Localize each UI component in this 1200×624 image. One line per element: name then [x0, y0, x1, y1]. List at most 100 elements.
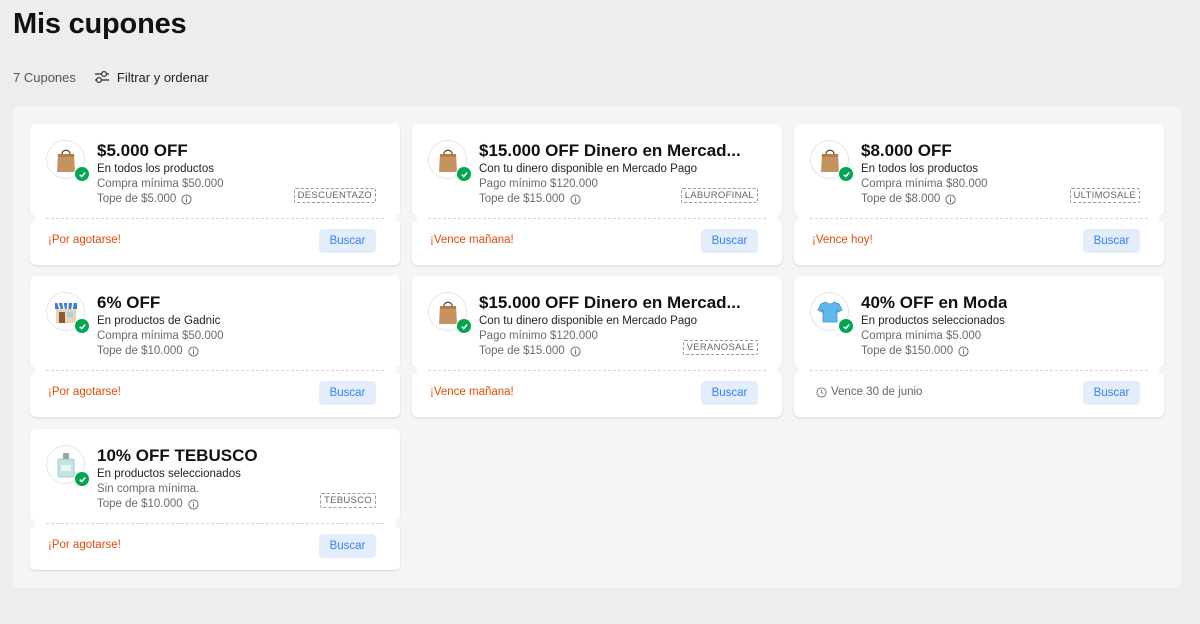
- sliders-icon: [94, 70, 109, 84]
- coupon-code: LABUROFINAL: [680, 188, 758, 203]
- shopping-bag-icon: [438, 301, 457, 324]
- dashed-divider: [810, 370, 1148, 371]
- coupon-card: $15.000 OFF Dinero en Mercad... Con tu d…: [407, 124, 787, 265]
- filter-sort-label: Filtrar y ordenar: [116, 69, 209, 85]
- coupon-description: En productos seleccionados: [861, 315, 1005, 327]
- buscar-button[interactable]: Buscar: [701, 381, 758, 405]
- coupon-cap: Tope de $15.000: [479, 345, 581, 357]
- coupon-cap: Tope de $8.000: [861, 193, 956, 205]
- dashed-divider: [46, 523, 384, 524]
- filter-sort-button[interactable]: Filtrar y ordenar: [94, 70, 209, 85]
- coupon-cap: Tope de $15.000: [479, 193, 581, 205]
- coupon-thumbnail: [428, 140, 472, 182]
- coupon-description: Con tu dinero disponible en Mercado Pago: [479, 163, 698, 175]
- coupon-cap: Tope de $150.000: [861, 345, 969, 357]
- info-icon[interactable]: [188, 345, 199, 357]
- coupon-status: ¡Vence mañana!: [430, 386, 514, 398]
- coupon-minimum: Compra mínima $80.000: [861, 178, 988, 190]
- coupon-status: ¡Por agotarse!: [48, 234, 121, 246]
- info-icon[interactable]: [945, 193, 956, 205]
- shopping-bag-icon: [56, 149, 75, 172]
- coupon-cap-text: Tope de $10.000: [97, 345, 183, 357]
- tshirt-icon: [816, 300, 843, 322]
- coupon-cap-text: Tope de $150.000: [861, 345, 954, 357]
- ticket-notch-left: [25, 518, 35, 528]
- buscar-button[interactable]: Buscar: [701, 229, 758, 253]
- coupon-description: En todos los productos: [97, 163, 214, 175]
- buscar-button[interactable]: Buscar: [1083, 229, 1140, 253]
- clock-icon: [816, 386, 827, 398]
- coupons-toolbar: 7 Cupones Filtrar y ordenar: [13, 67, 209, 87]
- buscar-button[interactable]: Buscar: [319, 381, 376, 405]
- ticket-notch-right: [777, 365, 787, 375]
- coupon-card: $15.000 OFF Dinero en Mercad... Con tu d…: [407, 276, 787, 417]
- dashed-divider: [428, 218, 766, 219]
- coupon-description: En productos de Gadnic: [97, 315, 221, 327]
- coupon-title: 10% OFF TEBUSCO: [97, 446, 258, 465]
- coupons-panel: $5.000 OFF En todos los productos Compra…: [13, 107, 1181, 588]
- coupon-code: ULTIMOSALE: [1069, 188, 1140, 203]
- coupon-title: $15.000 OFF Dinero en Mercad...: [479, 141, 741, 160]
- coupon-minimum: Compra mínima $50.000: [97, 178, 224, 190]
- coupon-description: En todos los productos: [861, 163, 978, 175]
- coupon-cap-text: Tope de $15.000: [479, 193, 565, 205]
- check-icon: [838, 318, 854, 334]
- info-icon[interactable]: [570, 345, 581, 357]
- coupon-thumbnail: [810, 292, 854, 334]
- ticket-notch-right: [1159, 213, 1169, 223]
- info-icon[interactable]: [958, 345, 969, 357]
- coupon-minimum: Compra mínima $5.000: [861, 330, 982, 342]
- coupon-status: ¡Por agotarse!: [48, 386, 121, 398]
- info-icon[interactable]: [570, 193, 581, 205]
- shopping-bag-icon: [438, 149, 457, 172]
- coupon-code: VERANOSALE: [682, 340, 758, 355]
- coupon-cap-text: Tope de $8.000: [861, 193, 941, 205]
- coupon-description: Con tu dinero disponible en Mercado Pago: [479, 315, 698, 327]
- check-icon: [74, 166, 90, 182]
- ticket-notch-right: [395, 365, 405, 375]
- coupon-count: 7 Cupones: [13, 69, 76, 85]
- coupon-thumbnail: [810, 140, 854, 182]
- buscar-button[interactable]: Buscar: [319, 534, 376, 558]
- ticket-notch-left: [789, 365, 799, 375]
- ticket-notch-left: [25, 213, 35, 223]
- coupon-title: $15.000 OFF Dinero en Mercad...: [479, 293, 741, 312]
- coupon-status: ¡Vence mañana!: [430, 234, 514, 246]
- shopping-bag-icon: [820, 149, 839, 172]
- coupon-cap: Tope de $10.000: [97, 498, 199, 510]
- buscar-button[interactable]: Buscar: [1083, 381, 1140, 405]
- coupon-card: $5.000 OFF En todos los productos Compra…: [25, 124, 405, 265]
- coupon-status: ¡Por agotarse!: [48, 539, 121, 551]
- perfume-icon: [57, 452, 74, 477]
- coupon-cap: Tope de $10.000: [97, 345, 199, 357]
- ticket-notch-right: [777, 213, 787, 223]
- dashed-divider: [46, 370, 384, 371]
- check-icon: [74, 318, 90, 334]
- coupon-minimum: Sin compra mínima.: [97, 483, 200, 495]
- buscar-button[interactable]: Buscar: [319, 229, 376, 253]
- coupon-title: $8.000 OFF: [861, 141, 952, 160]
- check-icon: [74, 471, 90, 487]
- coupon-card: $8.000 OFF En todos los productos Compra…: [789, 124, 1169, 265]
- coupon-cap: Tope de $5.000: [97, 193, 192, 205]
- info-icon[interactable]: [181, 193, 192, 205]
- coupon-card: 40% OFF en Moda En productos seleccionad…: [789, 276, 1169, 417]
- coupon-cap-text: Tope de $15.000: [479, 345, 565, 357]
- check-icon: [456, 318, 472, 334]
- ticket-notch-left: [25, 365, 35, 375]
- coupon-code: DESCUENTAZO: [293, 188, 376, 203]
- dashed-divider: [46, 218, 384, 219]
- coupon-thumbnail: [428, 292, 472, 334]
- coupon-status: ¡Vence hoy!: [812, 234, 873, 246]
- coupon-description: En productos seleccionados: [97, 468, 241, 480]
- ticket-notch-left: [789, 213, 799, 223]
- coupon-thumbnail: [46, 445, 90, 487]
- ticket-notch-right: [1159, 365, 1169, 375]
- coupon-title: 6% OFF: [97, 293, 161, 312]
- coupon-cap-text: Tope de $5.000: [97, 193, 177, 205]
- info-icon[interactable]: [188, 498, 199, 510]
- ticket-notch-right: [395, 213, 405, 223]
- coupon-thumbnail: [46, 140, 90, 182]
- dashed-divider: [810, 218, 1148, 219]
- ticket-notch-left: [407, 213, 417, 223]
